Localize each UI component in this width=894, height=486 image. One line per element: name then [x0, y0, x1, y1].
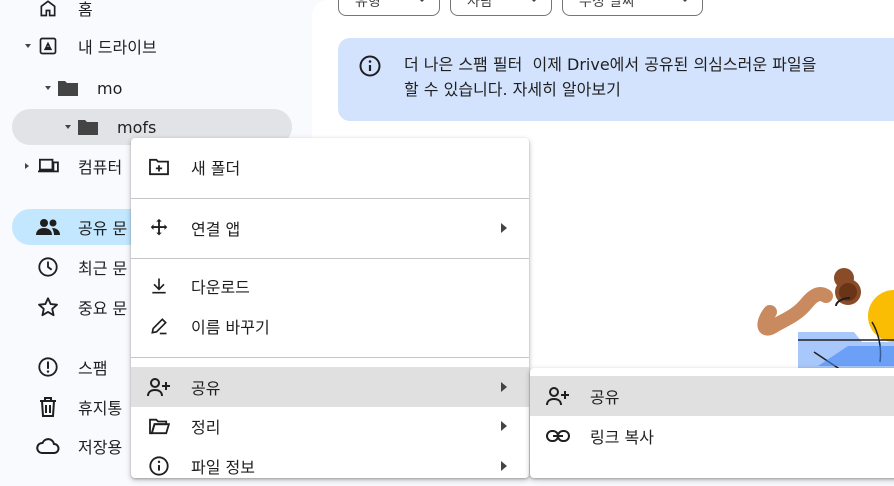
menu-label: 공유 — [191, 379, 221, 398]
context-menu: 새 폴더 연결 앱 다운로드 이름 바꾸기 공유 정리 파일 정보 — [131, 138, 529, 478]
menu-divider — [131, 198, 529, 199]
chip-label: 수정 날짜 — [579, 0, 635, 10]
menu-item-rename[interactable]: 이름 바꾸기 — [131, 306, 529, 346]
menu-item-download[interactable]: 다운로드 — [131, 266, 529, 306]
filter-chip-modified[interactable]: 수정 날짜 — [562, 0, 703, 16]
person-add-icon — [546, 384, 570, 408]
nav-home[interactable]: 홈 — [12, 0, 292, 26]
menu-item-file-info[interactable]: 파일 정보 — [131, 446, 529, 486]
nav-shared-label: 공유 문 — [78, 219, 128, 238]
share-submenu: 공유 링크 복사 — [530, 368, 894, 478]
person-add-icon — [147, 375, 171, 399]
people-icon — [36, 215, 60, 239]
banner-line2[interactable]: 할 수 있습니다. 자세히 알아보기 — [404, 80, 621, 99]
menu-label: 링크 복사 — [590, 428, 654, 447]
alert-icon — [36, 355, 60, 379]
folder-mo[interactable]: mo — [12, 70, 292, 106]
menu-label: 공유 — [590, 388, 620, 407]
nav-my-drive-label: 내 드라이브 — [78, 38, 157, 57]
nav-storage-label: 저장용 — [78, 438, 123, 457]
menu-label: 다운로드 — [191, 278, 250, 297]
menu-label: 연결 앱 — [191, 220, 241, 239]
expand-caret-icon[interactable] — [25, 44, 31, 48]
edit-pencil-icon — [147, 314, 171, 338]
home-icon — [36, 0, 60, 20]
submenu-arrow-icon — [501, 223, 507, 233]
empty-state-illustration — [757, 268, 894, 372]
nav-my-drive[interactable]: 내 드라이브 — [12, 28, 292, 64]
menu-item-new-folder[interactable]: 새 폴더 — [131, 147, 529, 187]
submenu-item-share[interactable]: 공유 — [530, 376, 894, 416]
menu-item-open-with[interactable]: 연결 앱 — [131, 208, 529, 248]
menu-label: 파일 정보 — [191, 458, 255, 477]
menu-label: 정리 — [191, 418, 221, 437]
expand-caret-icon[interactable] — [45, 86, 51, 90]
expand-caret-icon[interactable] — [25, 163, 29, 169]
chevron-down-icon — [419, 0, 425, 3]
nav-starred-label: 중요 문 — [78, 299, 128, 318]
menu-divider — [131, 258, 529, 259]
star-icon — [36, 295, 60, 319]
folder-icon — [76, 115, 100, 139]
clock-icon — [36, 255, 60, 279]
submenu-arrow-icon — [501, 421, 507, 431]
chevron-down-icon — [682, 0, 688, 3]
new-folder-icon — [147, 155, 171, 179]
info-icon — [358, 54, 382, 82]
drive-icon — [36, 34, 60, 58]
menu-item-share[interactable]: 공유 — [131, 367, 529, 407]
submenu-arrow-icon — [501, 461, 507, 471]
cloud-icon — [36, 434, 60, 458]
nav-home-label: 홈 — [78, 0, 93, 19]
folder-open-icon — [147, 414, 171, 438]
folder-mofs-label: mofs — [117, 117, 157, 137]
banner-text: 더 나은 스팸 필터 이제 Drive에서 공유된 의심스러운 파일을 할 수 … — [404, 52, 816, 102]
menu-divider — [131, 357, 529, 358]
expand-caret-icon[interactable] — [65, 125, 71, 129]
download-icon — [147, 274, 171, 298]
banner-line1: 이제 Drive에서 공유된 의심스러운 파일을 — [532, 55, 817, 74]
nav-trash-label: 휴지통 — [78, 399, 123, 418]
filter-chip-people[interactable]: 사람 — [450, 0, 552, 16]
menu-label: 새 폴더 — [191, 159, 241, 178]
link-icon — [546, 424, 570, 448]
trash-icon — [36, 395, 60, 419]
chip-label: 사람 — [467, 0, 493, 10]
folder-icon — [56, 76, 80, 100]
submenu-item-copy-link[interactable]: 링크 복사 — [530, 416, 894, 456]
chip-label: 유형 — [355, 0, 381, 10]
nav-spam-label: 스팸 — [78, 359, 108, 378]
spam-filter-banner: 더 나은 스팸 필터 이제 Drive에서 공유된 의심스러운 파일을 할 수 … — [338, 38, 894, 121]
move-arrows-icon — [147, 216, 171, 240]
nav-computers-label: 컴퓨터 — [78, 158, 123, 177]
computer-icon — [36, 154, 60, 178]
nav-recent-label: 최근 문 — [78, 259, 128, 278]
chevron-down-icon — [531, 0, 537, 3]
folder-mo-label: mo — [97, 78, 123, 98]
info-icon — [147, 454, 171, 478]
filter-chip-type[interactable]: 유형 — [338, 0, 440, 16]
submenu-arrow-icon — [501, 382, 507, 392]
banner-title: 더 나은 스팸 필터 — [404, 55, 523, 74]
menu-label: 이름 바꾸기 — [191, 318, 270, 337]
menu-item-organize[interactable]: 정리 — [131, 406, 529, 446]
